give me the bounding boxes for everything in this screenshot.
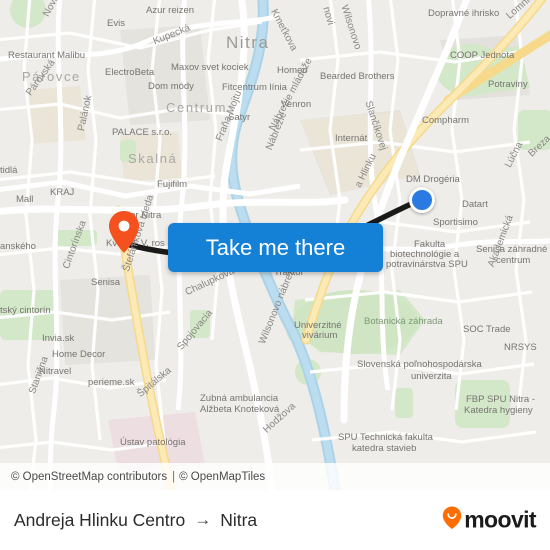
map-attribution: © OpenStreetMap contributors | © OpenMap… bbox=[0, 463, 550, 490]
arrow-right-icon: → bbox=[194, 510, 212, 529]
moovit-pin-icon bbox=[441, 506, 463, 535]
route-summary: Andreja Hlinku Centro → Nitra bbox=[0, 510, 257, 531]
attribution-separator: | bbox=[172, 470, 176, 483]
attribution-osm[interactable]: © OpenStreetMap contributors bbox=[0, 471, 167, 483]
route-destination: Nitra bbox=[220, 509, 258, 530]
origin-pin[interactable] bbox=[107, 210, 141, 254]
attribution-tiles[interactable]: © OpenMapTiles bbox=[179, 471, 265, 483]
map-canvas[interactable]: Nová Evis Azur reizen Kmeťkova novi Wilsonovo… bbox=[0, 0, 550, 490]
moovit-logo[interactable]: moovit bbox=[441, 506, 537, 535]
destination-dot[interactable] bbox=[409, 187, 435, 213]
footer-bar: Andreja Hlinku Centro → Nitra moovit bbox=[0, 490, 550, 550]
take-me-there-button[interactable]: Take me there bbox=[168, 223, 383, 272]
moovit-wordmark: moovit bbox=[464, 506, 536, 533]
moovit-map-screen: Nová Evis Azur reizen Kmeťkova novi Wilsonovo… bbox=[0, 0, 550, 550]
take-me-there-label: Take me there bbox=[205, 234, 346, 260]
route-origin: Andreja Hlinku Centro bbox=[14, 509, 186, 530]
